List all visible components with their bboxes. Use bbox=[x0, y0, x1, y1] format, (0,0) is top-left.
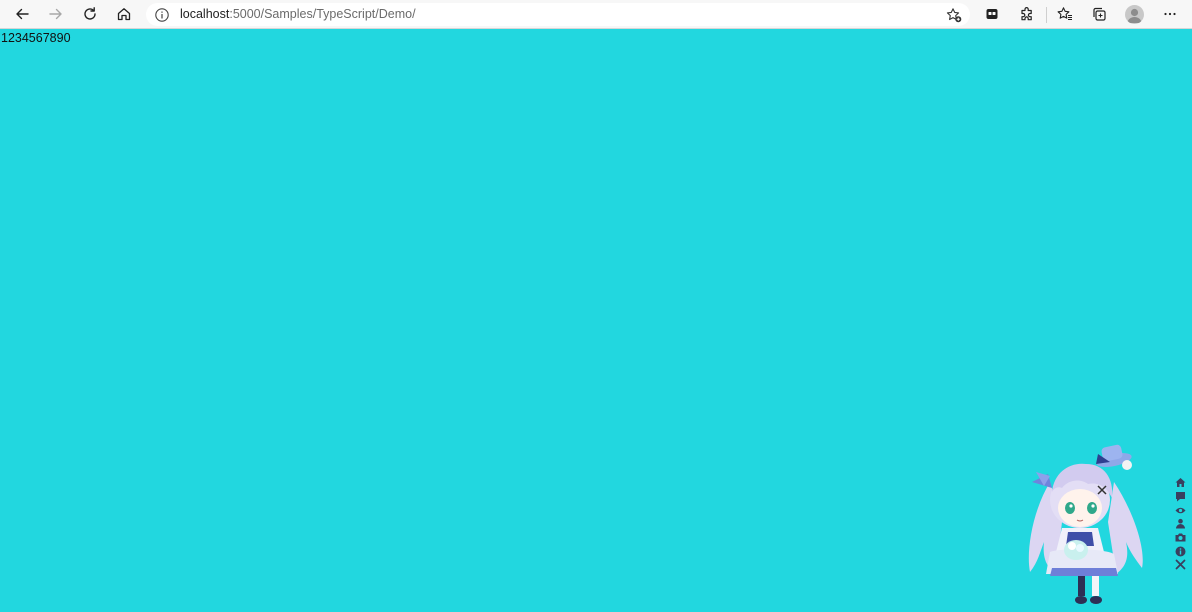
profile-button[interactable] bbox=[1125, 5, 1144, 24]
url-host: localhost bbox=[180, 7, 230, 21]
widget-camera-button[interactable] bbox=[1173, 531, 1187, 545]
camera-icon bbox=[1175, 533, 1185, 542]
forward-button[interactable] bbox=[43, 2, 69, 26]
address-bar[interactable]: localhost:5000/Samples/TypeScript/Demo/ bbox=[146, 3, 970, 26]
more-menu-button[interactable] bbox=[1157, 2, 1183, 26]
favorites-star-icon bbox=[1057, 7, 1072, 21]
browser-toolbar: localhost:5000/Samples/TypeScript/Demo/ bbox=[0, 0, 1192, 29]
widget-comment-button[interactable] bbox=[1173, 490, 1187, 504]
home-icon bbox=[1175, 478, 1185, 488]
url-path: :5000/Samples/TypeScript/Demo/ bbox=[229, 7, 416, 21]
favorites-button[interactable] bbox=[1052, 2, 1078, 26]
comment-icon bbox=[1175, 492, 1185, 502]
game-extension-button[interactable] bbox=[979, 2, 1005, 26]
collections-icon bbox=[1093, 7, 1106, 21]
profile-avatar-icon bbox=[1127, 8, 1142, 23]
widget-eye-button[interactable] bbox=[1173, 503, 1187, 517]
forward-arrow-icon bbox=[49, 8, 62, 20]
widget-user-button[interactable] bbox=[1173, 517, 1187, 531]
info-icon[interactable] bbox=[154, 7, 170, 23]
refresh-icon bbox=[84, 7, 96, 20]
back-arrow-icon bbox=[16, 8, 29, 20]
game-controller-icon bbox=[986, 9, 998, 19]
toolbar-separator bbox=[1046, 7, 1047, 23]
back-button[interactable] bbox=[9, 2, 35, 26]
eye-icon bbox=[1175, 507, 1185, 513]
collections-button[interactable] bbox=[1086, 2, 1112, 26]
user-icon bbox=[1175, 519, 1185, 529]
add-favorite-icon bbox=[946, 8, 962, 23]
live2d-character[interactable] bbox=[1018, 442, 1150, 608]
refresh-button[interactable] bbox=[77, 2, 103, 26]
close-icon bbox=[1175, 560, 1185, 570]
page-content: 1234567890 bbox=[0, 30, 1192, 612]
home-button[interactable] bbox=[111, 2, 137, 26]
counter-text: 1234567890 bbox=[1, 31, 71, 45]
widget-info-button[interactable] bbox=[1173, 544, 1187, 558]
widget-close-button[interactable] bbox=[1173, 558, 1187, 572]
add-favorite-button[interactable] bbox=[944, 5, 964, 25]
extensions-button[interactable] bbox=[1014, 2, 1040, 26]
home-icon bbox=[117, 8, 131, 21]
live2d-toolbar bbox=[1173, 476, 1187, 572]
more-dots-icon bbox=[1164, 12, 1176, 16]
extensions-puzzle-icon bbox=[1021, 7, 1032, 21]
url-text[interactable]: localhost:5000/Samples/TypeScript/Demo/ bbox=[180, 7, 416, 22]
widget-home-button[interactable] bbox=[1173, 476, 1187, 490]
info-icon bbox=[1175, 546, 1185, 557]
